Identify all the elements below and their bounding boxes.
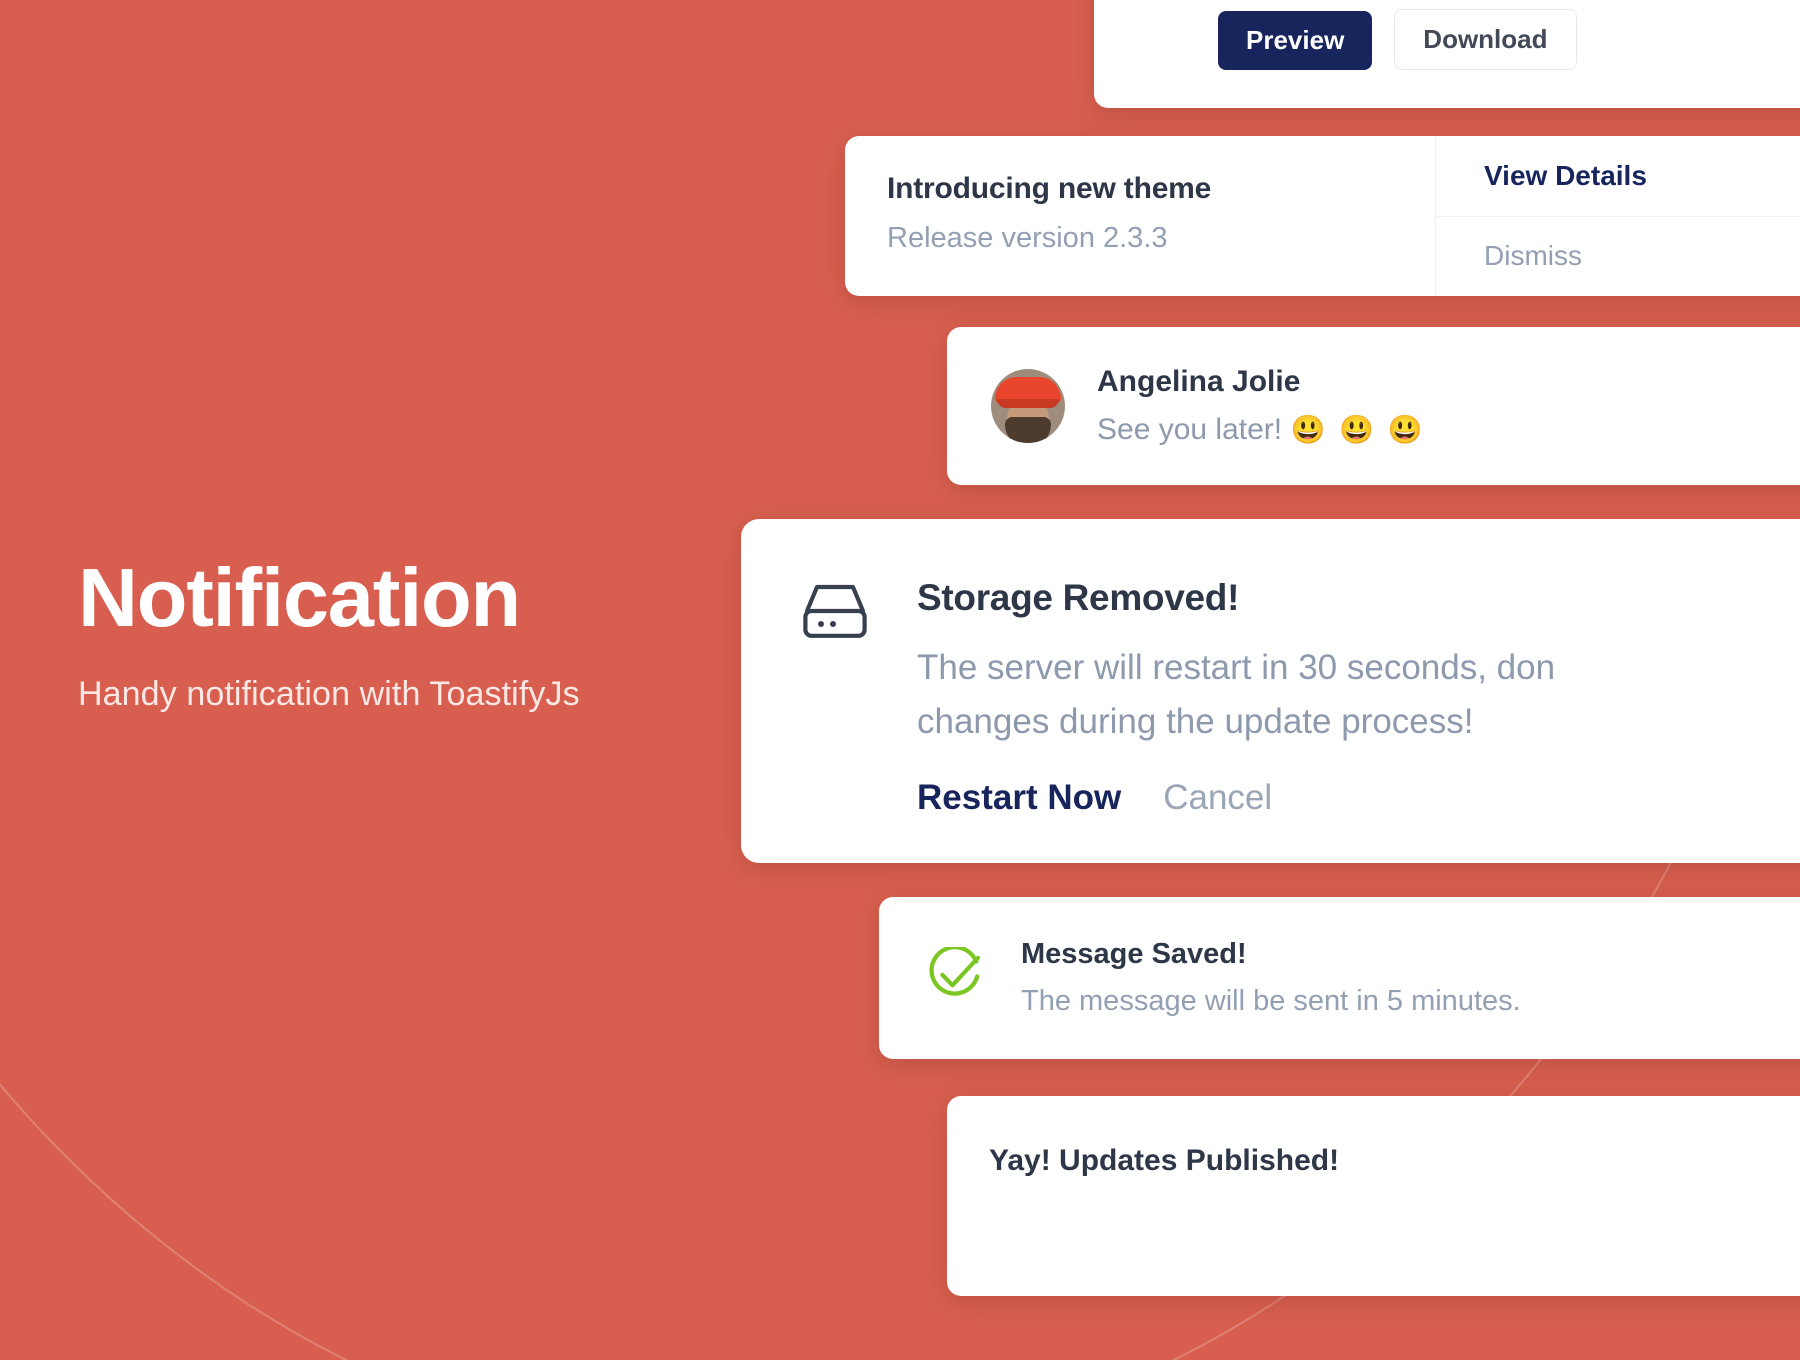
storage-card-text: The server will restart in 30 seconds, d… — [917, 641, 1555, 750]
chat-sender-name: Angelina Jolie — [1097, 365, 1301, 398]
download-button[interactable]: Download — [1394, 9, 1577, 70]
toast-actions-card[interactable]: Preview Download × — [1094, 0, 1800, 108]
avatar-beard — [1005, 417, 1051, 443]
check-circle-icon — [925, 944, 983, 1010]
page-title: Notification — [78, 551, 521, 644]
theme-card-body: Introducing new theme Release version 2.… — [845, 136, 1435, 296]
view-details-button[interactable]: View Details — [1436, 136, 1800, 217]
theme-card-subtitle: Release version 2.3.3 — [887, 222, 1168, 254]
theme-card-actions: View Details Dismiss — [1435, 136, 1800, 296]
saved-card-text: The message will be sent in 5 minutes. — [1021, 985, 1521, 1017]
updates-card-title: Yay! Updates Published! — [989, 1144, 1340, 1177]
avatar-cap — [995, 377, 1061, 408]
chat-card-body: Angelina Jolie See you later! 😃 😃 😃 — [1097, 365, 1426, 447]
storage-card-text-line-1: The server will restart in 30 seconds, d… — [917, 648, 1556, 687]
dismiss-button[interactable]: Dismiss — [1436, 217, 1800, 297]
toast-saved-card[interactable]: Message Saved! The message will be sent … — [879, 897, 1800, 1059]
page-subtitle: Handy notification with ToastifyJs — [78, 675, 580, 713]
storage-card-title: Storage Removed! — [917, 577, 1240, 618]
emoji-group: 😃 😃 😃 — [1290, 414, 1426, 445]
toast-chat-card[interactable]: Angelina Jolie See you later! 😃 😃 😃 — [947, 327, 1800, 485]
chat-message-row: See you later! 😃 😃 😃 — [1097, 413, 1426, 447]
saved-card-body: Message Saved! The message will be sent … — [1021, 938, 1521, 1018]
toast-updates-card[interactable]: Yay! Updates Published! — [947, 1096, 1800, 1296]
storage-card-actions: Restart Now Cancel — [917, 778, 1555, 818]
hard-drive-icon — [799, 581, 871, 863]
chat-message-text: See you later! — [1097, 413, 1283, 446]
preview-button[interactable]: Preview — [1218, 11, 1373, 70]
storage-card-body: Storage Removed! The server will restart… — [917, 577, 1555, 863]
toast-theme-card[interactable]: Introducing new theme Release version 2.… — [845, 136, 1800, 296]
restart-now-button[interactable]: Restart Now — [917, 778, 1121, 818]
saved-card-title: Message Saved! — [1021, 938, 1247, 970]
avatar — [991, 369, 1065, 443]
cancel-button[interactable]: Cancel — [1163, 778, 1272, 818]
theme-card-title: Introducing new theme — [887, 172, 1212, 205]
hero-section: Notification Handy notification with Toa… — [78, 556, 580, 714]
storage-card-text-line-2: changes during the update process! — [917, 702, 1474, 742]
toast-storage-card[interactable]: Storage Removed! The server will restart… — [741, 519, 1800, 863]
